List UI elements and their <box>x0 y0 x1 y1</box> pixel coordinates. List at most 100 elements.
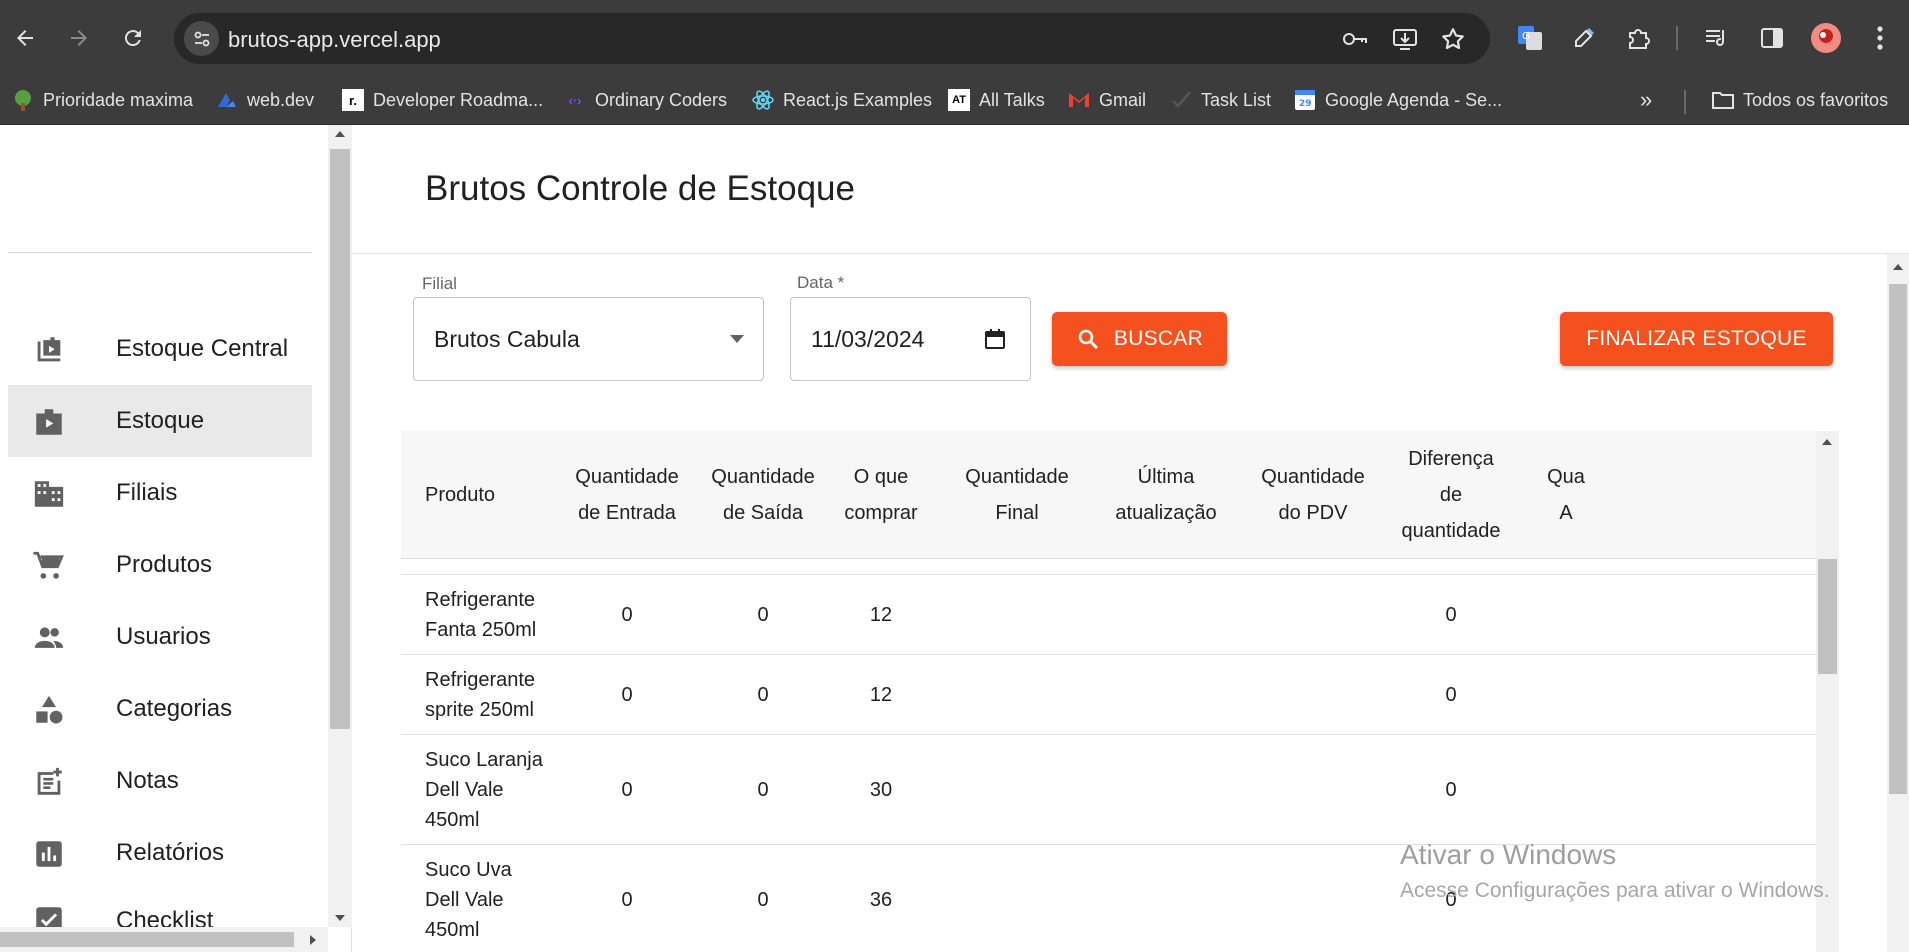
sidebar-item-label: Relatórios <box>116 839 225 866</box>
cell-produto-line: Dell Vale <box>425 888 504 911</box>
sidebar-divider <box>8 252 312 253</box>
bookmark-react-examples[interactable]: React.js Examples <box>752 86 932 114</box>
cell-final <box>937 575 1097 654</box>
bookmark-all-favorites[interactable]: Todos os favoritos <box>1712 86 1888 114</box>
bookmark-label: Gmail <box>1099 89 1147 110</box>
sidebar-item-filiais[interactable]: Filiais <box>8 457 312 529</box>
cell-produto: Refrigerante sprite 250ml <box>401 655 553 734</box>
bookmark-google-agenda[interactable]: 29 Google Agenda - Se... <box>1294 86 1502 114</box>
table-row[interactable]: Refrigerante Fanta 250ml 0 0 12 0 <box>401 575 1816 655</box>
bookmark-label: Todos os favoritos <box>1743 89 1889 110</box>
sidebar-scroll-thumb[interactable] <box>330 149 350 729</box>
cell-produto: Refrigerante Fanta 250ml <box>401 575 553 654</box>
filial-select[interactable]: Brutos Cabula <box>413 297 764 381</box>
table-scroll-thumb[interactable] <box>1818 559 1837 674</box>
bookmark-label: Ordinary Coders <box>595 89 728 110</box>
page-scrollbar[interactable] <box>1887 254 1909 952</box>
address-bar[interactable]: brutos-app.vercel.app <box>174 13 1490 64</box>
sidebar-item-categorias[interactable]: Categorias <box>8 673 312 745</box>
sidebar-scrollbar[interactable] <box>328 125 352 927</box>
table-row[interactable]: Suco Laranja Dell Vale 450ml 0 0 30 0 <box>401 735 1816 845</box>
password-key-icon[interactable] <box>1342 26 1368 52</box>
side-panel-icon[interactable] <box>1756 22 1788 54</box>
menu-dots-icon[interactable] <box>1864 22 1896 54</box>
finalizar-button-label: FINALIZAR ESTOQUE <box>1586 327 1807 350</box>
toolbar-divider <box>1676 26 1678 50</box>
table-scrollbar[interactable] <box>1816 431 1839 952</box>
page-scroll-thumb[interactable] <box>1889 284 1907 794</box>
column-header-label: comprar <box>844 502 918 524</box>
column-header-label: Produto <box>425 484 496 506</box>
table-row[interactable]: Refrigerante sprite 250ml 0 0 12 0 <box>401 655 1816 735</box>
table-row[interactable] <box>401 559 1816 575</box>
cell-produto: Suco Laranja Dell Vale 450ml <box>401 735 553 844</box>
cell-final <box>937 735 1097 844</box>
column-header[interactable]: Qua A <box>1511 431 1621 559</box>
svg-text:29: 29 <box>1299 99 1312 109</box>
calendar-icon: 29 <box>1294 89 1316 111</box>
bookmark-prioridade[interactable]: Prioridade maxima <box>12 86 193 114</box>
cell-produto-line: Suco Uva <box>425 858 512 881</box>
column-header[interactable]: Última atualização <box>1097 431 1235 559</box>
column-header[interactable]: O que comprar <box>825 431 937 559</box>
reload-icon[interactable] <box>116 21 150 55</box>
sidebar-item-relatorios[interactable]: Relatórios <box>8 817 312 889</box>
windows-watermark-title: Ativar o Windows <box>1400 839 1617 870</box>
more-bookmarks-icon[interactable]: » <box>1640 86 1652 114</box>
sidebar-item-notas[interactable]: Notas <box>8 745 312 817</box>
tree-icon <box>12 89 34 111</box>
bookmark-star-icon[interactable] <box>1440 26 1466 52</box>
forward-icon[interactable] <box>62 21 96 55</box>
cell-final <box>937 845 1097 952</box>
bookmark-ordinary-coders[interactable]: ‹·› Ordinary Coders <box>564 86 728 114</box>
column-header[interactable]: Quantidade de Saída <box>701 431 825 559</box>
media-queue-icon[interactable] <box>1700 22 1732 54</box>
column-header[interactable]: Quantidade Final <box>937 431 1097 559</box>
sidebar-item-estoque[interactable]: Estoque <box>8 385 312 457</box>
column-header-label: Final <box>995 502 1039 524</box>
sidebar-item-estoque-central[interactable]: Estoque Central <box>8 313 312 385</box>
date-input[interactable]: 11/03/2024 <box>790 297 1031 381</box>
column-header[interactable]: Quantidade do PDV <box>1235 431 1391 559</box>
cell-saida: 0 <box>757 603 769 626</box>
column-header-label: Diferença <box>1408 448 1494 470</box>
bookmark-label: Prioridade maxima <box>43 89 194 110</box>
column-header[interactable]: Quantidade de Entrada <box>553 431 701 559</box>
sidebar-item-checklist[interactable]: Checklist <box>8 889 312 927</box>
extensions-icon[interactable] <box>1622 22 1654 54</box>
bookmark-roadmap[interactable]: r. Developer Roadma... <box>342 86 543 114</box>
finalizar-estoque-button[interactable]: FINALIZAR ESTOQUE <box>1560 312 1833 366</box>
site-info-icon[interactable] <box>184 21 219 56</box>
eyedropper-icon[interactable] <box>1568 22 1600 54</box>
bookmark-gmail[interactable]: Gmail <box>1068 86 1146 114</box>
windows-watermark-text: Acesse Configurações para ativar o Windo… <box>1400 879 1830 902</box>
cell-saida: 0 <box>757 888 769 911</box>
bookmark-divider <box>1684 90 1686 114</box>
sidebar-hscroll-thumb[interactable] <box>0 932 294 947</box>
calendar-picker-icon[interactable] <box>983 327 1007 351</box>
column-header[interactable]: Produto <box>401 431 553 559</box>
back-icon[interactable] <box>8 21 42 55</box>
bookmark-webdev[interactable]: web.dev <box>216 86 314 114</box>
sidebar-item-produtos[interactable]: Produtos <box>8 529 312 601</box>
people-icon <box>32 621 66 655</box>
cell-comprar: 30 <box>869 778 893 801</box>
bookmark-all-talks[interactable]: AT All Talks <box>948 86 1045 114</box>
webdev-icon <box>216 89 238 111</box>
bookmark-task-list[interactable]: Task List <box>1170 86 1271 114</box>
sidebar-item-usuarios[interactable]: Usuarios <box>8 601 312 673</box>
column-header[interactable]: Diferença de quantidade <box>1391 431 1511 559</box>
cell-diferenca: 0 <box>1445 778 1457 801</box>
cell-produto-line: Refrigerante <box>425 588 536 611</box>
sidebar-horizontal-scrollbar[interactable] <box>0 927 328 952</box>
cell-atualizacao <box>1097 655 1235 734</box>
translate-icon[interactable]: G <box>1514 22 1546 54</box>
react-icon <box>752 89 774 111</box>
profile-avatar-icon[interactable] <box>1810 22 1842 54</box>
scroll-up-icon <box>1822 439 1832 445</box>
folder-icon <box>1712 89 1734 111</box>
buscar-button[interactable]: BUSCAR <box>1052 312 1227 366</box>
filial-label: Filial <box>414 274 465 294</box>
cell-produto-line: Dell Vale <box>425 778 504 801</box>
install-app-icon[interactable] <box>1392 26 1418 52</box>
